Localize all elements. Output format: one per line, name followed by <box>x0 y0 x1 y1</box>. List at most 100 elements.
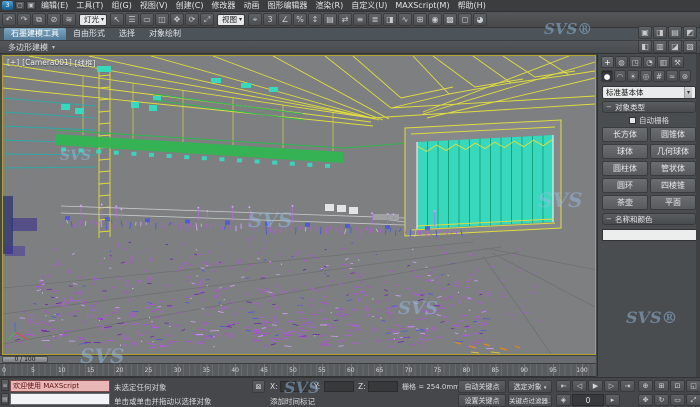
ribbon-group-label[interactable]: 多边形建模 <box>8 42 48 53</box>
ribbon-tab-3[interactable]: 对象绘制 <box>142 28 188 40</box>
select-and-scale-icon[interactable]: ⤢ <box>200 13 214 26</box>
spacewarps-category-icon[interactable]: ≈ <box>666 70 678 82</box>
percent-snap-icon[interactable]: % <box>293 13 307 26</box>
viewport-camera-label[interactable]: [Camera001] <box>22 58 72 69</box>
use-pivot-center-icon[interactable]: ⌖ <box>248 13 262 26</box>
new-scene-icon[interactable]: ▢ <box>15 1 25 10</box>
auto-key-button[interactable]: 自动关键点 <box>458 380 506 393</box>
shapes-category-icon[interactable]: ◠ <box>614 70 626 82</box>
select-and-rotate-icon[interactable]: ⟳ <box>185 13 199 26</box>
redo-icon[interactable]: ↷ <box>17 13 31 26</box>
layer-manager-icon[interactable]: ≣ <box>368 13 382 26</box>
viewport-menu-plus[interactable]: [+] <box>7 58 19 69</box>
pan-icon[interactable]: ✥ <box>638 394 653 406</box>
rendered-frame-icon[interactable]: ◻ <box>458 13 472 26</box>
align-icon[interactable]: ≡ <box>353 13 367 26</box>
helpers-category-icon[interactable]: # <box>653 70 665 82</box>
menu-customize[interactable]: 自定义(U) <box>347 0 391 11</box>
ribbon-extra-icon-1[interactable]: ▣ <box>638 26 652 39</box>
z-coord-input[interactable] <box>368 381 398 392</box>
objtype-teapot-button[interactable]: 茶壶 <box>602 195 648 210</box>
y-coord-input[interactable] <box>324 381 354 392</box>
open-file-icon[interactable]: ▣ <box>26 1 36 10</box>
go-to-start-button[interactable]: ⇤ <box>556 380 571 392</box>
objtype-geosphere-button[interactable]: 几何球体 <box>650 144 696 159</box>
objtype-box-button[interactable]: 长方体 <box>602 127 648 142</box>
objtype-cylinder-button[interactable]: 圆柱体 <box>602 161 648 176</box>
ribbon-extra-icon-2[interactable]: ◨ <box>653 26 667 39</box>
selected-filter-dropdown[interactable]: 选定对象 ▾ <box>508 380 552 393</box>
material-editor-icon[interactable]: ◉ <box>428 13 442 26</box>
object-type-rollout[interactable]: 对象类型 <box>602 101 696 113</box>
ribbon-extra-icon-3[interactable]: ▤ <box>668 26 682 39</box>
geometry-category-icon[interactable]: ● <box>601 70 613 82</box>
spinner-snap-icon[interactable]: ↕ <box>308 13 322 26</box>
frame-number-input[interactable]: 0 <box>572 394 604 406</box>
app-logo-icon[interactable]: 3 <box>2 1 13 10</box>
bind-to-spacewarp-icon[interactable]: ≋ <box>62 13 76 26</box>
menu-graph-editors[interactable]: 图形编辑器 <box>263 0 311 11</box>
menu-edit[interactable]: 编辑(E) <box>37 0 72 11</box>
maximize-viewport-icon[interactable]: ⤢ <box>686 394 700 406</box>
menu-maxscript[interactable]: MAXScript(M) <box>391 0 453 11</box>
macro-recorder-field[interactable]: 欢迎使用 MAXScript <box>10 380 110 392</box>
menu-group[interactable]: 组(G) <box>107 0 135 11</box>
reference-coordinate-dropdown[interactable]: 视图▾ <box>217 14 245 26</box>
panel-scroll-strip[interactable] <box>696 54 700 377</box>
render-production-icon[interactable]: ◕ <box>473 13 487 26</box>
next-key-button[interactable]: ▸ <box>605 394 620 406</box>
objtype-plane-button[interactable]: 平面 <box>650 195 696 210</box>
graphite-toggle-icon[interactable]: ◨ <box>383 13 397 26</box>
open-macro-icon[interactable]: ▤ <box>1 393 9 405</box>
name-color-rollout[interactable]: 名称和颜色 <box>602 213 696 225</box>
rectangular-selection-icon[interactable]: ▭ <box>140 13 154 26</box>
ribbon-extra-icon-4[interactable]: ◩ <box>683 26 697 39</box>
menu-modifiers[interactable]: 修改器 <box>207 0 239 11</box>
render-setup-icon[interactable]: ▩ <box>443 13 457 26</box>
modify-tab-icon[interactable]: ◍ <box>615 56 628 68</box>
ribbon-extra-icon-5[interactable]: ◧ <box>638 40 652 53</box>
utilities-tab-icon[interactable]: ⚒ <box>671 56 684 68</box>
primitive-category-dropdown[interactable]: 标准基本体 ▾ <box>602 86 696 99</box>
track-bar[interactable]: 0510152025303540455055606570758085909510… <box>0 364 596 377</box>
add-time-tag[interactable]: 添加时间标记 <box>270 396 360 407</box>
play-button[interactable]: ▶ <box>588 380 603 392</box>
menu-animation[interactable]: 动画 <box>239 0 263 11</box>
set-key-button[interactable]: 设置关键点 <box>458 394 506 407</box>
objtype-tube-button[interactable]: 管状体 <box>650 161 696 176</box>
ribbon-extra-icon-7[interactable]: ◪ <box>668 40 682 53</box>
key-filters-button[interactable]: 关键点过滤器... <box>508 394 552 407</box>
angle-snap-icon[interactable]: ∠ <box>278 13 292 26</box>
time-slider[interactable]: 0 / 100 <box>0 355 596 364</box>
object-name-input[interactable] <box>602 229 700 241</box>
selection-lock-icon[interactable]: ⊠ <box>252 380 265 393</box>
go-to-end-button[interactable]: ⇥ <box>620 380 635 392</box>
menu-tools[interactable]: 工具(T) <box>72 0 107 11</box>
objtype-torus-button[interactable]: 圆环 <box>602 178 648 193</box>
window-crossing-icon[interactable]: ◫ <box>155 13 169 26</box>
zoom-region-icon[interactable]: ◱ <box>686 380 700 392</box>
next-frame-button[interactable]: ▷ <box>604 380 619 392</box>
unlink-selection-icon[interactable]: ⊘ <box>47 13 61 26</box>
menu-help[interactable]: 帮助(H) <box>454 0 490 11</box>
zoom-icon[interactable]: ⊕ <box>638 380 653 392</box>
field-of-view-icon[interactable]: ▭ <box>670 394 685 406</box>
orbit-icon[interactable]: ↻ <box>654 394 669 406</box>
schematic-view-icon[interactable]: ⊞ <box>413 13 427 26</box>
select-by-name-icon[interactable]: ☰ <box>125 13 139 26</box>
maxscript-listener-field[interactable] <box>10 393 110 405</box>
camera-viewport[interactable]: [+] [Camera001] [线框] <box>2 55 596 355</box>
selection-filter-dropdown[interactable]: 灯光▾ <box>79 14 107 26</box>
menu-rendering[interactable]: 渲染(R) <box>311 0 347 11</box>
display-tab-icon[interactable]: ▥ <box>657 56 670 68</box>
systems-category-icon[interactable]: ⊛ <box>679 70 691 82</box>
motion-tab-icon[interactable]: ◔ <box>643 56 656 68</box>
x-coord-input[interactable] <box>280 381 310 392</box>
zoom-extents-icon[interactable]: ⊡ <box>670 380 685 392</box>
open-listener-icon[interactable]: ≡ <box>1 379 9 391</box>
snap-toggle-icon[interactable]: 3 <box>263 13 277 26</box>
select-and-link-icon[interactable]: ⧉ <box>32 13 46 26</box>
select-object-icon[interactable]: ↖ <box>110 13 124 26</box>
ribbon-extra-icon-6[interactable]: ▥ <box>653 40 667 53</box>
menu-views[interactable]: 视图(V) <box>136 0 172 11</box>
